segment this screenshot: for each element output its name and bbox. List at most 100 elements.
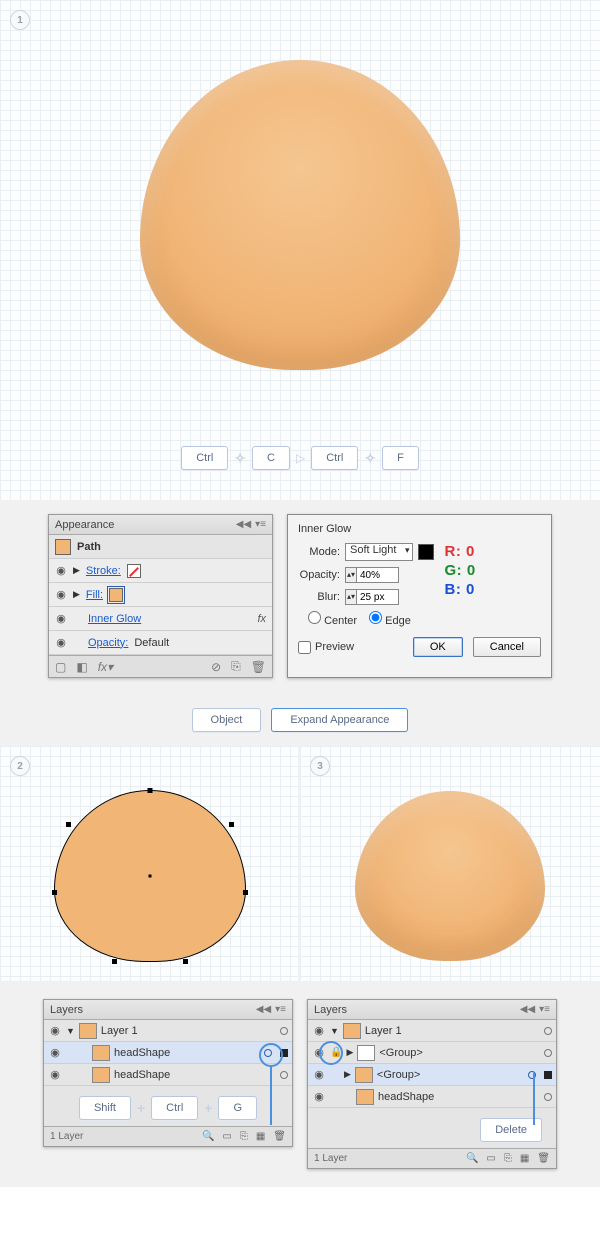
visibility-icon[interactable]: ◉ xyxy=(312,1090,326,1103)
ok-button[interactable]: OK xyxy=(413,637,463,657)
trash-icon[interactable]: 🗑 xyxy=(273,1131,286,1142)
layer-row-top[interactable]: ◉ ▼ Layer 1 xyxy=(44,1020,292,1042)
locate-icon[interactable]: 🔍 xyxy=(466,1153,478,1164)
layer-name[interactable]: headShape xyxy=(114,1047,170,1059)
key-ctrl: Ctrl xyxy=(151,1096,198,1120)
sublayer-icon[interactable]: ⎘ xyxy=(240,1131,248,1142)
mask-icon[interactable]: ▭ xyxy=(486,1153,495,1164)
expand-icon[interactable]: ▶ xyxy=(73,565,80,576)
visibility-icon[interactable]: ◉ xyxy=(55,636,67,649)
plus-icon: + xyxy=(137,1100,145,1116)
visibility-icon[interactable]: ◉ xyxy=(312,1024,326,1037)
preview-checkbox[interactable]: Preview xyxy=(298,641,354,654)
opacity-row[interactable]: ◉ Opacity: Default xyxy=(49,631,272,655)
layer-row-group-1[interactable]: ◉ 🔒 ▶ <Group> xyxy=(308,1042,556,1064)
menu-icon[interactable]: ▾≡ xyxy=(255,519,266,530)
expand-icon[interactable]: ▶ xyxy=(344,1069,351,1080)
fill-label[interactable]: Fill: xyxy=(86,589,103,601)
layer-name[interactable]: Layer 1 xyxy=(365,1025,402,1037)
target-icon[interactable] xyxy=(544,1049,552,1057)
panel-header[interactable]: Layers ◀◀ ▾≡ xyxy=(308,1000,556,1020)
collapse-icon[interactable]: ◀◀ xyxy=(520,1004,535,1015)
panel-title: Layers xyxy=(314,1004,347,1016)
stroke-row[interactable]: ◉ ▶ Stroke: xyxy=(49,559,272,583)
target-icon[interactable] xyxy=(544,1093,552,1101)
layer-name[interactable]: <Group> xyxy=(379,1047,422,1059)
edge-radio[interactable]: Edge xyxy=(369,611,411,627)
glow-color-chip[interactable] xyxy=(418,544,434,560)
clear-icon[interactable]: ⊘ xyxy=(211,660,221,674)
chevron-right-icon: ▷ xyxy=(296,451,305,465)
visibility-icon[interactable]: ◉ xyxy=(48,1068,62,1081)
inner-glow-link[interactable]: Inner Glow xyxy=(88,613,141,625)
visibility-icon[interactable]: ◉ xyxy=(312,1068,326,1081)
locate-icon[interactable]: 🔍 xyxy=(202,1131,214,1142)
new-icon[interactable]: ▦ xyxy=(520,1153,529,1164)
layer-thumb xyxy=(92,1067,110,1083)
visibility-icon[interactable]: ◉ xyxy=(312,1046,326,1059)
layer-name[interactable]: <Group> xyxy=(377,1069,420,1081)
inner-glow-dialog: Inner Glow Mode: Soft Light Opacity: ▴▾ … xyxy=(287,514,552,678)
visibility-icon[interactable]: ◉ xyxy=(55,612,67,625)
expand-icon[interactable]: ▶ xyxy=(73,589,80,600)
mode-select[interactable]: Soft Light xyxy=(345,543,413,561)
opacity-label[interactable]: Opacity: xyxy=(88,637,128,649)
fx-button[interactable]: fx▾ xyxy=(98,660,113,674)
trash-icon[interactable]: 🗑 xyxy=(537,1153,550,1164)
key-shift: Shift xyxy=(79,1096,131,1120)
panel-header[interactable]: Appearance ◀◀▾≡ xyxy=(49,515,272,535)
center-radio[interactable]: Center xyxy=(308,611,357,627)
stroke-icon[interactable]: ◧ xyxy=(76,660,87,674)
new-icon[interactable]: ▦ xyxy=(256,1131,265,1142)
fill-swatch[interactable] xyxy=(109,588,123,602)
cancel-button[interactable]: Cancel xyxy=(473,637,541,657)
menu-icon[interactable]: ▾≡ xyxy=(539,1004,550,1015)
layer-name[interactable]: headShape xyxy=(378,1091,434,1103)
visibility-icon[interactable]: ◉ xyxy=(55,564,67,577)
layer-row-headshape-1[interactable]: ◉ headShape xyxy=(44,1042,292,1064)
plus-icon: ✧ xyxy=(234,450,246,467)
visibility-icon[interactable]: ◉ xyxy=(55,588,67,601)
appearance-path-row[interactable]: Path xyxy=(49,535,272,559)
opacity-input[interactable] xyxy=(357,567,399,583)
target-icon[interactable] xyxy=(528,1071,536,1079)
layer-row-top[interactable]: ◉ ▼ Layer 1 xyxy=(308,1020,556,1042)
target-icon[interactable] xyxy=(544,1027,552,1035)
blur-input[interactable] xyxy=(357,589,399,605)
collapse-icon[interactable]: ◀◀ xyxy=(256,1004,271,1015)
collapse-icon[interactable]: ◀◀ xyxy=(236,519,251,530)
expand-icon[interactable]: ▶ xyxy=(346,1047,353,1058)
inner-glow-row[interactable]: ◉ Inner Glow fx xyxy=(49,607,272,631)
panel-header[interactable]: Layers ◀◀▾≡ xyxy=(44,1000,292,1020)
canvas-step-2: 2 xyxy=(0,746,300,981)
spinner-icon[interactable]: ▴▾ xyxy=(345,589,357,605)
layer-row-headshape[interactable]: ◉ headShape xyxy=(308,1086,556,1108)
no-stroke-swatch[interactable] xyxy=(127,564,141,578)
layer-thumb xyxy=(356,1089,374,1105)
expand-icon[interactable]: ▼ xyxy=(330,1026,339,1036)
target-icon[interactable] xyxy=(280,1027,288,1035)
layers-section: Layers ◀◀ ▾≡ ◉ ▼ Layer 1 ◉ headShape ◉ xyxy=(0,981,600,1187)
duplicate-icon[interactable]: ⎘ xyxy=(231,659,241,674)
visibility-icon[interactable]: ◉ xyxy=(48,1024,62,1037)
layer-name[interactable]: Layer 1 xyxy=(101,1025,138,1037)
target-icon[interactable] xyxy=(264,1049,272,1057)
visibility-icon[interactable]: ◉ xyxy=(48,1046,62,1059)
layer-row-headshape-2[interactable]: ◉ headShape xyxy=(44,1064,292,1086)
layer-row-group-2[interactable]: ◉ ▶ <Group> xyxy=(308,1064,556,1086)
sublayer-icon[interactable]: ⎘ xyxy=(504,1153,512,1164)
mask-icon[interactable]: ▭ xyxy=(222,1131,231,1142)
layer-name[interactable]: headShape xyxy=(114,1069,170,1081)
lock-icon[interactable]: 🔒 xyxy=(330,1047,342,1058)
shortcut-delete: Delete xyxy=(308,1108,556,1148)
trash-icon[interactable]: 🗑 xyxy=(251,660,266,674)
fill-row[interactable]: ◉ ▶ Fill: xyxy=(49,583,272,607)
target-icon[interactable] xyxy=(280,1071,288,1079)
bun-shape xyxy=(140,60,460,370)
no-icon[interactable]: ▢ xyxy=(55,660,66,674)
expand-icon[interactable]: ▼ xyxy=(66,1026,75,1036)
menu-icon[interactable]: ▾≡ xyxy=(275,1004,286,1015)
menu-object: Object xyxy=(192,708,262,732)
spinner-icon[interactable]: ▴▾ xyxy=(345,567,357,583)
stroke-label[interactable]: Stroke: xyxy=(86,565,121,577)
